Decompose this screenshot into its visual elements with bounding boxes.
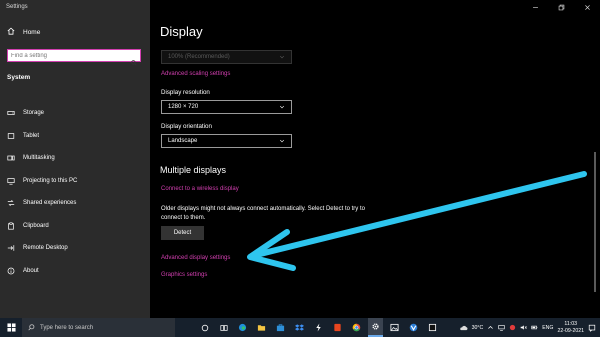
app-tray-icon[interactable]	[509, 324, 516, 331]
sidebar-item-clipboard[interactable]: Clipboard	[0, 215, 150, 238]
sidebar-item-label: Multitasking	[23, 155, 55, 162]
taskbar-apps	[197, 318, 444, 337]
taskbar-search-box[interactable]: Type here to search	[22, 318, 175, 337]
language-indicator[interactable]: ENG	[542, 325, 553, 331]
tablet-icon	[7, 132, 15, 140]
remote-desktop-icon	[7, 244, 15, 252]
weather-icon[interactable]	[459, 324, 468, 331]
storage-icon	[7, 109, 15, 117]
chevron-down-icon	[279, 55, 285, 59]
window-title: Settings	[6, 4, 28, 10]
sidebar-item-projecting[interactable]: Projecting to this PC	[0, 170, 150, 193]
edge-browser-icon[interactable]	[235, 318, 250, 337]
orientation-value: Landscape	[168, 138, 198, 144]
sidebar-item-storage[interactable]: Storage	[0, 102, 150, 125]
start-button[interactable]	[0, 318, 22, 337]
resolution-dropdown[interactable]: 1280 × 720	[161, 100, 292, 114]
screen: Settings Home System Storage Tablet	[0, 0, 600, 337]
clock[interactable]: 11:03 22-09-2021	[557, 321, 584, 334]
store-icon[interactable]	[273, 318, 288, 337]
shared-experiences-icon	[7, 199, 15, 207]
battery-icon[interactable]	[531, 324, 538, 331]
chrome-icon[interactable]	[349, 318, 364, 337]
info-icon	[7, 267, 15, 275]
multiple-displays-heading: Multiple displays	[160, 165, 227, 175]
chevron-down-icon	[279, 105, 285, 109]
search-icon[interactable]	[131, 53, 137, 66]
sidebar-item-label: Clipboard	[23, 222, 49, 229]
widgets-icon[interactable]	[216, 318, 231, 337]
sidebar-item-label: Tablet	[23, 132, 40, 139]
advanced-scaling-link[interactable]: Advanced scaling settings	[161, 71, 230, 77]
sidebar-item-label: Storage	[23, 110, 45, 117]
page-title: Display	[160, 24, 203, 39]
sidebar-item-label: Remote Desktop	[23, 245, 68, 252]
search-icon	[28, 324, 35, 331]
resolution-value: 1280 × 720	[168, 104, 199, 110]
close-button[interactable]	[574, 0, 600, 14]
main-panel: Display 100% (Recommended) Advanced scal…	[150, 0, 600, 318]
network-icon[interactable]	[498, 324, 505, 331]
sidebar-item-home[interactable]: Home	[7, 27, 40, 37]
search-setting-box[interactable]	[7, 49, 141, 66]
restore-icon	[558, 4, 564, 10]
file-explorer-icon[interactable]	[254, 318, 269, 337]
older-displays-text: Older displays might not always connect …	[161, 206, 365, 221]
office-icon[interactable]	[330, 318, 345, 337]
window-controls	[522, 0, 600, 14]
sidebar-item-multitasking[interactable]: Multitasking	[0, 147, 150, 170]
sidebar-item-label: Shared experiences	[23, 200, 77, 207]
minimize-button[interactable]	[522, 0, 548, 14]
sidebar-item-remote-desktop[interactable]: Remote Desktop	[0, 237, 150, 260]
sidebar-item-tablet[interactable]: Tablet	[0, 125, 150, 148]
system-tray: 30°C ENG 11:03 22-09-2021	[459, 318, 600, 337]
taskbar-search-placeholder: Type here to search	[40, 324, 94, 331]
app-misc-icon[interactable]	[425, 318, 440, 337]
orientation-label: Display orientation	[161, 123, 212, 130]
advanced-display-settings-link[interactable]: Advanced display settings	[161, 255, 230, 261]
sidebar-item-about[interactable]: About	[0, 260, 150, 283]
taskbar: Type here to search 30°C ENG 11:03 22-09…	[0, 318, 600, 337]
maximize-button[interactable]	[548, 0, 574, 14]
orientation-dropdown[interactable]: Landscape	[161, 134, 292, 148]
clipboard-icon	[7, 222, 15, 230]
settings-gear-icon[interactable]	[368, 318, 383, 337]
app-bolt-icon[interactable]	[311, 318, 326, 337]
graphics-settings-link[interactable]: Graphics settings	[161, 272, 207, 278]
minimize-icon	[532, 6, 538, 8]
weather-temp[interactable]: 30°C	[472, 325, 484, 331]
scale-dropdown: 100% (Recommended)	[161, 50, 292, 64]
home-label: Home	[23, 28, 41, 36]
wireless-display-link[interactable]: Connect to a wireless display	[161, 186, 239, 192]
sidebar-item-label: About	[23, 267, 39, 274]
photos-icon[interactable]	[387, 318, 402, 337]
sidebar: Settings Home System Storage Tablet	[0, 0, 150, 318]
scale-value: 100% (Recommended)	[168, 54, 230, 60]
chevron-up-icon[interactable]	[487, 324, 494, 331]
search-input[interactable]	[11, 52, 121, 59]
sidebar-item-label: Projecting to this PC	[23, 177, 78, 184]
multitasking-icon	[7, 154, 15, 162]
clock-date: 22-09-2021	[557, 327, 584, 334]
notification-icon[interactable]	[588, 324, 596, 332]
close-icon	[584, 4, 590, 10]
dropbox-icon[interactable]	[292, 318, 307, 337]
detect-button[interactable]: Detect	[161, 226, 204, 240]
sidebar-item-shared-experiences[interactable]: Shared experiences	[0, 192, 150, 215]
home-icon	[7, 27, 15, 37]
task-view-icon[interactable]	[197, 318, 212, 337]
resolution-label: Display resolution	[161, 89, 210, 96]
section-label-system: System	[7, 74, 31, 81]
chevron-down-icon	[279, 139, 285, 143]
projecting-icon	[7, 177, 15, 185]
vpn-app-icon[interactable]	[406, 318, 421, 337]
volume-mute-icon[interactable]	[520, 324, 528, 331]
scrollbar[interactable]	[594, 152, 596, 292]
windows-logo-icon	[6, 323, 16, 332]
sidebar-nav: Storage Tablet Multitasking Projecting t…	[0, 102, 150, 282]
